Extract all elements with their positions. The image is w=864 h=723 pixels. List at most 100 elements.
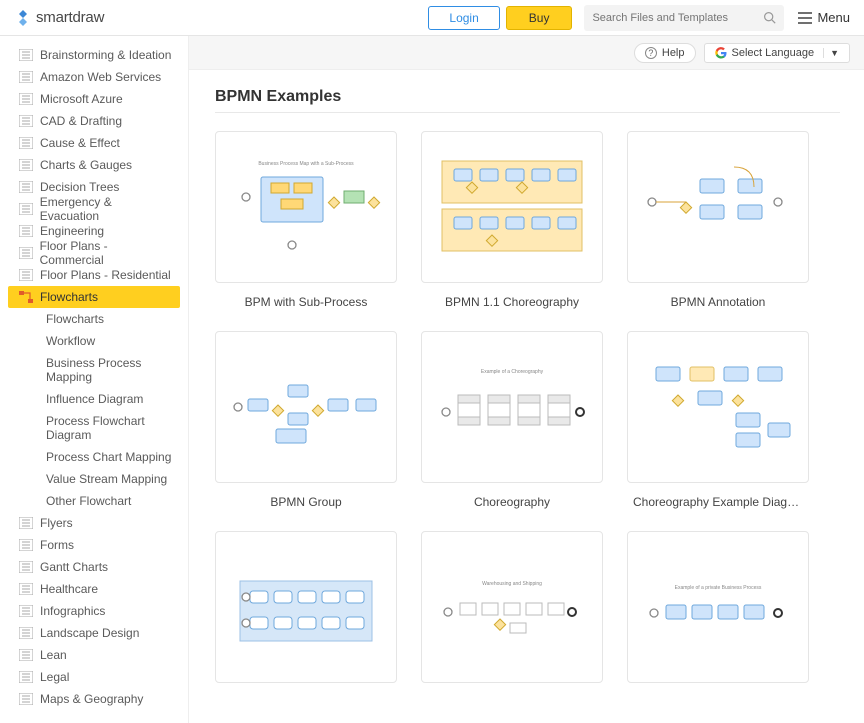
- header-bar: smartdraw Login Buy Menu: [0, 0, 864, 36]
- template-caption: Choreography Example Diagr…: [633, 495, 803, 509]
- sidebar-item-infographics[interactable]: Infographics: [8, 600, 180, 622]
- template-card[interactable]: Example of a ChoreographyChoreography: [421, 331, 603, 509]
- sidebar-item-maps-geography[interactable]: Maps & Geography: [8, 688, 180, 710]
- category-icon: [18, 604, 34, 618]
- sidebar-item-healthcare[interactable]: Healthcare: [8, 578, 180, 600]
- chevron-down-icon: ▼: [823, 48, 839, 58]
- sidebar-item-amazon-web-services[interactable]: Amazon Web Services: [8, 66, 180, 88]
- toolbar: ? Help Select Language ▼: [189, 36, 864, 70]
- sidebar-item-label: Microsoft Azure: [40, 92, 123, 106]
- category-icon: [18, 246, 34, 260]
- google-icon: [715, 47, 727, 59]
- template-card[interactable]: [215, 531, 397, 683]
- sidebar-item-forms[interactable]: Forms: [8, 534, 180, 556]
- sidebar-item-cause-effect[interactable]: Cause & Effect: [8, 132, 180, 154]
- sidebar-item-gantt-charts[interactable]: Gantt Charts: [8, 556, 180, 578]
- category-icon: [18, 202, 34, 216]
- sidebar-item-label: Maps & Geography: [40, 692, 143, 706]
- sidebar-subitem-other-flowchart[interactable]: Other Flowchart: [8, 490, 180, 512]
- sidebar[interactable]: Brainstorming & Ideation Amazon Web Servi…: [0, 36, 189, 723]
- category-icon: [18, 670, 34, 684]
- sidebar-item-label: Landscape Design: [40, 626, 139, 640]
- svg-text:Business Process Map with a Su: Business Process Map with a Sub-Process: [258, 161, 354, 167]
- sidebar-item-flyers[interactable]: Flyers: [8, 512, 180, 534]
- category-icon: [18, 180, 34, 194]
- sidebar-item-flowcharts[interactable]: Flowcharts: [8, 286, 180, 308]
- sidebar-subitem-process-chart-mapping[interactable]: Process Chart Mapping: [8, 446, 180, 468]
- sidebar-item-landscape-design[interactable]: Landscape Design: [8, 622, 180, 644]
- sidebar-item-emergency-evacuation[interactable]: Emergency & Evacuation: [8, 198, 180, 220]
- sidebar-item-label: Cause & Effect: [40, 136, 120, 150]
- sidebar-subitem-business-process-mapping[interactable]: Business Process Mapping: [8, 352, 180, 388]
- template-thumbnail: Business Process Map with a Sub-Process: [215, 131, 397, 283]
- category-icon: [18, 560, 34, 574]
- sidebar-subitem-workflow[interactable]: Workflow: [8, 330, 180, 352]
- sidebar-item-label: Infographics: [40, 604, 105, 618]
- template-card[interactable]: Choreography Example Diagr…: [627, 331, 809, 509]
- page-title: BPMN Examples: [215, 88, 840, 106]
- category-icon: [18, 268, 34, 282]
- template-thumbnail: [421, 131, 603, 283]
- svg-text:Example of a private Business: Example of a private Business Process: [675, 585, 762, 591]
- sidebar-item-lean[interactable]: Lean: [8, 644, 180, 666]
- sidebar-subitem-flowcharts[interactable]: Flowcharts: [8, 308, 180, 330]
- sidebar-item-label: Brainstorming & Ideation: [40, 48, 171, 62]
- language-selector[interactable]: Select Language ▼: [704, 43, 851, 63]
- sidebar-item-floor-plans-commercial[interactable]: Floor Plans - Commercial: [8, 242, 180, 264]
- sidebar-item-label: Amazon Web Services: [40, 70, 161, 84]
- sidebar-item-label: CAD & Drafting: [40, 114, 122, 128]
- sidebar-item-legal[interactable]: Legal: [8, 666, 180, 688]
- sidebar-item-label: Emergency & Evacuation: [40, 195, 172, 223]
- sidebar-item-label: Charts & Gauges: [40, 158, 132, 172]
- category-icon: [18, 290, 34, 304]
- template-thumbnail: Example of a Choreography: [421, 331, 603, 483]
- language-label: Select Language: [732, 47, 815, 59]
- sidebar-item-cad-drafting[interactable]: CAD & Drafting: [8, 110, 180, 132]
- template-thumbnail: Example of a private Business Process: [627, 531, 809, 683]
- template-thumbnail: [215, 331, 397, 483]
- sidebar-item-label: Floor Plans - Residential: [40, 268, 171, 282]
- template-card[interactable]: Warehousing and Shipping: [421, 531, 603, 683]
- category-icon: [18, 626, 34, 640]
- template-card[interactable]: Business Process Map with a Sub-ProcessB…: [215, 131, 397, 309]
- menu-label: Menu: [817, 10, 850, 25]
- category-icon: [18, 582, 34, 596]
- brand-text: smartdraw: [36, 9, 104, 26]
- sidebar-item-label: Flyers: [40, 516, 73, 530]
- sidebar-item-brainstorming-ideation[interactable]: Brainstorming & Ideation: [8, 44, 180, 66]
- template-card[interactable]: BPMN Group: [215, 331, 397, 509]
- template-card[interactable]: BPMN Annotation: [627, 131, 809, 309]
- template-card[interactable]: Example of a private Business Process: [627, 531, 809, 683]
- brand-logo[interactable]: smartdraw: [14, 9, 104, 27]
- help-button[interactable]: ? Help: [634, 43, 696, 63]
- search-icon[interactable]: [763, 11, 776, 24]
- template-thumbnail: [627, 331, 809, 483]
- sidebar-item-label: Healthcare: [40, 582, 98, 596]
- help-icon: ?: [645, 47, 657, 59]
- search-wrap: [584, 5, 784, 31]
- sidebar-item-label: Engineering: [40, 224, 104, 238]
- sidebar-item-label: Lean: [40, 648, 67, 662]
- buy-button[interactable]: Buy: [506, 6, 573, 30]
- template-thumbnail: [627, 131, 809, 283]
- content-area: BPMN Examples Business Process Map with …: [189, 70, 864, 723]
- category-icon: [18, 48, 34, 62]
- main-menu-button[interactable]: Menu: [798, 10, 850, 25]
- sidebar-item-label: Floor Plans - Commercial: [40, 239, 172, 267]
- sidebar-item-label: Gantt Charts: [40, 560, 108, 574]
- category-icon: [18, 92, 34, 106]
- search-input[interactable]: [592, 12, 757, 24]
- category-icon: [18, 224, 34, 238]
- sidebar-item-charts-gauges[interactable]: Charts & Gauges: [8, 154, 180, 176]
- sidebar-subitem-process-flowchart-diagram[interactable]: Process Flowchart Diagram: [8, 410, 180, 446]
- category-icon: [18, 136, 34, 150]
- template-card[interactable]: BPMN 1.1 Choreography: [421, 131, 603, 309]
- category-icon: [18, 70, 34, 84]
- category-icon: [18, 648, 34, 662]
- sidebar-item-floor-plans-residential[interactable]: Floor Plans - Residential: [8, 264, 180, 286]
- sidebar-item-label: Legal: [40, 670, 69, 684]
- sidebar-subitem-influence-diagram[interactable]: Influence Diagram: [8, 388, 180, 410]
- login-button[interactable]: Login: [428, 6, 499, 30]
- sidebar-item-microsoft-azure[interactable]: Microsoft Azure: [8, 88, 180, 110]
- sidebar-subitem-value-stream-mapping[interactable]: Value Stream Mapping: [8, 468, 180, 490]
